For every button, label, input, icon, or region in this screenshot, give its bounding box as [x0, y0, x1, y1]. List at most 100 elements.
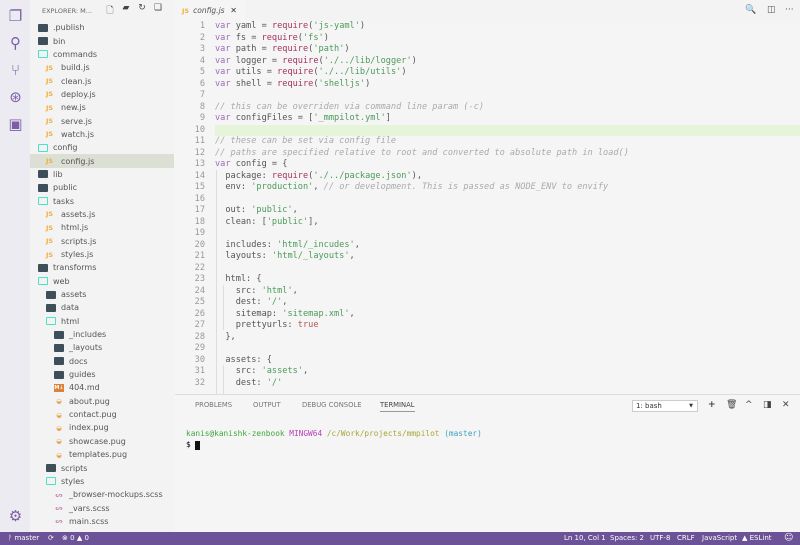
refresh-icon[interactable]: ↻ [134, 3, 150, 19]
sync-icon[interactable]: ⟳ [48, 532, 54, 545]
language-mode[interactable]: JavaScript [702, 532, 737, 545]
extensions-icon[interactable]: ▣ [7, 116, 24, 133]
tab-debug-console[interactable]: DEBUG CONSOLE [302, 401, 362, 412]
tree-folder[interactable]: _includes [30, 328, 174, 341]
new-file-icon[interactable]: 🗋 [102, 3, 118, 19]
code-editor[interactable]: 1 var yaml = require('js-yaml') 2 var fs = … [175, 21, 800, 394]
branch-indicator[interactable]: ᚹ master [8, 532, 39, 545]
js-file-icon: JS [46, 210, 54, 219]
tree-folder[interactable]: scripts [30, 461, 174, 474]
terminal[interactable]: kanis@kanishk-zenbook MINGW64 /c/Work/pr… [186, 428, 482, 450]
code-token: ] [385, 113, 391, 123]
line-number: 24 [194, 285, 205, 296]
new-terminal-icon[interactable]: + [708, 400, 716, 410]
tree-file[interactable]: JS scripts.js [30, 235, 174, 248]
eslint-status[interactable]: ▲ ESLint [742, 532, 772, 545]
js-file-icon: JS [46, 237, 54, 246]
tree-folder[interactable]: styles [30, 475, 174, 488]
tree-item-label: scripts [61, 463, 88, 473]
close-tab-icon[interactable]: ✕ [230, 6, 237, 15]
code-line: 19 [175, 228, 800, 240]
tree-file[interactable]: JS styles.js [30, 248, 174, 261]
line-ending[interactable]: CRLF [677, 532, 695, 545]
search-icon[interactable]: ⚲ [7, 35, 24, 52]
tree-folder[interactable]: _layouts [30, 341, 174, 354]
tree-file[interactable]: ◒ index.pug [30, 421, 174, 434]
tree-folder[interactable]: .publish [30, 21, 174, 34]
close-panel-icon[interactable]: ✕ [782, 400, 790, 410]
tree-file[interactable]: JS build.js [30, 61, 174, 74]
feedback-icon[interactable]: ☺ [784, 532, 793, 545]
debug-icon[interactable]: ⊛ [7, 89, 24, 106]
tree-folder[interactable]: transforms [30, 261, 174, 274]
tree-file[interactable]: ◒ templates.pug [30, 448, 174, 461]
settings-icon[interactable]: ⚙ [7, 508, 24, 525]
tree-folder[interactable]: tasks [30, 194, 174, 207]
tab-config-js[interactable]: JS config.js ✕ [175, 0, 245, 21]
tree-file[interactable]: JS deploy.js [30, 88, 174, 101]
code-line: 30 assets: { [175, 355, 800, 367]
folder-icon [54, 343, 64, 352]
problems-indicator[interactable]: ⊗ 0 ▲ 0 [62, 532, 89, 545]
tree-folder[interactable]: lib [30, 168, 174, 181]
more-actions-icon[interactable]: ··· [785, 5, 794, 15]
tree-folder[interactable]: docs [30, 355, 174, 368]
open-preview-icon[interactable]: 🔍 [745, 5, 756, 15]
tree-folder[interactable]: commands [30, 48, 174, 61]
code-line: 31 src: 'assets', [175, 366, 800, 378]
cursor-position[interactable]: Ln 10, Col 1 [564, 532, 606, 545]
warning-count: 0 [84, 534, 89, 542]
tree-file[interactable]: JS clean.js [30, 74, 174, 87]
split-editor-icon[interactable]: ◫ [767, 5, 776, 15]
pug-file-icon: ◒ [56, 450, 62, 459]
tree-file[interactable]: JS html.js [30, 221, 174, 234]
code-token: ], [308, 216, 319, 227]
tree-file[interactable]: JS serve.js [30, 114, 174, 127]
tree-folder[interactable]: web [30, 275, 174, 288]
tab-problems[interactable]: PROBLEMS [195, 401, 232, 412]
line-number: 21 [194, 251, 205, 261]
maximize-panel-icon[interactable]: ^ [745, 400, 753, 410]
tree-folder[interactable]: config [30, 141, 174, 154]
new-folder-icon[interactable]: ▰ [118, 3, 134, 19]
tree-folder[interactable]: public [30, 181, 174, 194]
tree-file[interactable]: ◒ about.pug [30, 395, 174, 408]
tree-folder[interactable]: data [30, 301, 174, 314]
kill-terminal-icon[interactable]: 🗑 [726, 400, 737, 410]
code-text: // these can be set via config file [215, 136, 396, 148]
tree-file[interactable]: ◒ showcase.pug [30, 435, 174, 448]
tree-file[interactable]: JS watch.js [30, 128, 174, 141]
warning-icon: ▲ [76, 534, 83, 542]
code-token: 'public' [266, 216, 309, 227]
tree-file[interactable]: JS config.js [30, 154, 174, 168]
collapse-all-icon[interactable]: ❏ [150, 3, 166, 19]
line-number: 1 [199, 21, 205, 31]
indentation[interactable]: Spaces: 2 [610, 532, 644, 545]
tree-item-label: new.js [61, 103, 86, 113]
tree-file[interactable]: M↓ 404.md [30, 381, 174, 394]
tree-file[interactable]: JS assets.js [30, 208, 174, 221]
files-icon[interactable]: ❐ [7, 8, 24, 25]
tree-file[interactable]: ᔕ _vars.scss [30, 501, 174, 514]
tree-file[interactable]: JS new.js [30, 101, 174, 114]
tab-terminal[interactable]: TERMINAL [380, 401, 415, 412]
code-text: out: 'public', [215, 205, 297, 217]
code-token: require [282, 55, 319, 66]
code-token: , [292, 285, 298, 296]
tab-output[interactable]: OUTPUT [253, 401, 281, 412]
tree-folder[interactable]: assets [30, 288, 174, 301]
tree-folder[interactable]: html [30, 315, 174, 328]
tree-folder[interactable]: bin [30, 34, 174, 47]
source-control-icon[interactable]: ⑂ [7, 62, 24, 79]
tree-folder[interactable]: guides [30, 368, 174, 381]
eslint-label: ESLint [749, 534, 772, 542]
tree-file[interactable]: ᔕ main.scss [30, 515, 174, 528]
code-line: 8 // this can be overriden via command li… [175, 102, 800, 114]
line-number: 6 [199, 78, 205, 89]
terminal-select[interactable]: 1: bash ▼ [632, 400, 698, 412]
tree-file[interactable]: ◒ contact.pug [30, 408, 174, 421]
toggle-panel-icon[interactable]: ◨ [763, 400, 772, 410]
code-token: ) [365, 78, 371, 89]
encoding[interactable]: UTF-8 [650, 532, 670, 545]
tree-file[interactable]: ᔕ _browser-mockups.scss [30, 488, 174, 501]
